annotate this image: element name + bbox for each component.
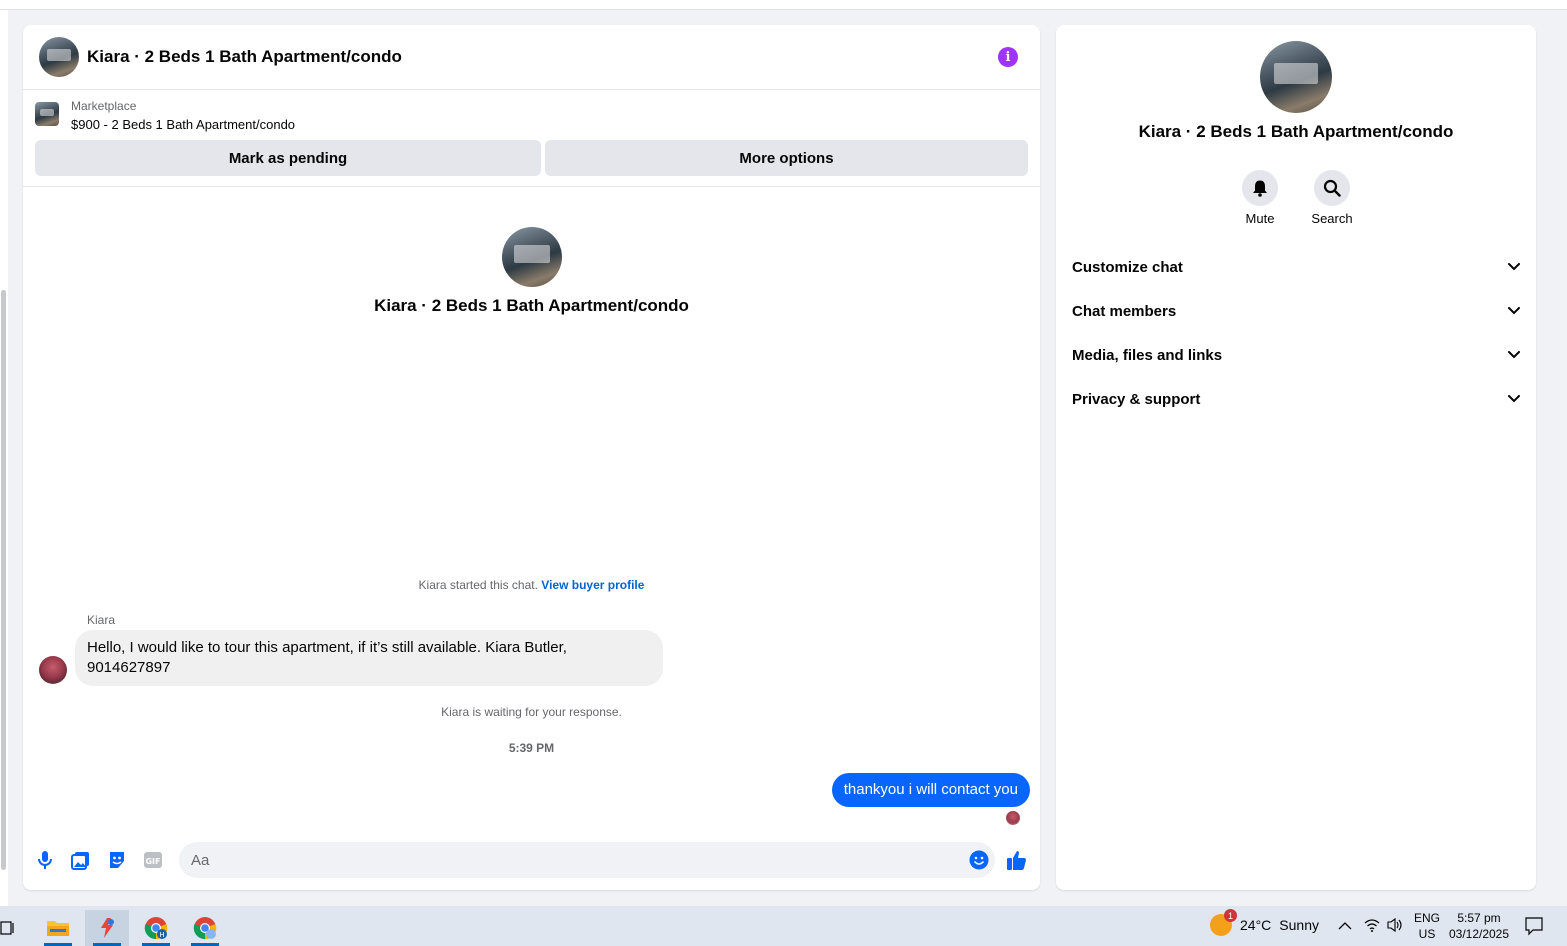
sticker-icon[interactable] (106, 849, 128, 871)
left-scrollbar[interactable] (0, 10, 8, 906)
details-name: Kiara · 2 Beds 1 Bath Apartment/condo (1138, 122, 1454, 141)
svg-text:GIF: GIF (145, 857, 160, 866)
details-actions: Mute Search (1056, 170, 1536, 226)
section-label: Media, files and links (1072, 346, 1223, 364)
windows-taskbar: H 1 24°C Sunny ENG US 5:57 pm 03/12/2025 (0, 906, 1567, 946)
weather-widget[interactable]: 1 24°C Sunny (1210, 909, 1319, 936)
section-chat-members[interactable]: Chat members (1056, 289, 1536, 333)
weather-desc: Sunny (1279, 917, 1319, 933)
notification-icon[interactable] (1524, 916, 1544, 941)
intro-avatar[interactable] (501, 227, 562, 287)
chat-avatar[interactable] (39, 37, 79, 77)
details-sections: Customize chat Chat members Media, files… (1056, 245, 1536, 421)
chat-started-text: Kiara started this chat. (418, 578, 538, 592)
lang-region: US (1418, 927, 1436, 941)
outgoing-message[interactable]: thankyou i will contact you (831, 773, 1030, 807)
speaker-icon[interactable] (1386, 917, 1404, 938)
chevron-up-icon[interactable] (1338, 918, 1352, 936)
photo-icon[interactable] (70, 849, 92, 871)
gif-icon[interactable]: GIF (142, 849, 164, 871)
chat-intro: Kiara · 2 Beds 1 Bath Apartment/condo (23, 227, 1040, 316)
chat-details-panel: Kiara · 2 Beds 1 Bath Apartment/condo Mu… (1056, 25, 1536, 890)
system-clock[interactable]: 5:57 pm 03/12/2025 (1448, 910, 1510, 942)
mute-label: Mute (1245, 211, 1275, 226)
app-icon-pinned[interactable] (85, 910, 129, 946)
search-label: Search (1311, 211, 1353, 226)
chat-header: Kiara · 2 Beds 1 Bath Apartment/condo i (23, 25, 1040, 90)
marketplace-listing[interactable]: Marketplace $900 - 2 Beds 1 Bath Apartme… (35, 98, 1028, 134)
message-composer: GIF (23, 840, 1040, 880)
chat-started-notice: Kiara started this chat. View buyer prof… (23, 578, 1040, 592)
like-thumb-icon[interactable] (1006, 849, 1028, 871)
language-indicator[interactable]: ENG US (1414, 910, 1440, 942)
chevron-down-icon (1508, 395, 1520, 403)
chevron-down-icon (1508, 307, 1520, 315)
weather-temp: 24°C (1240, 917, 1272, 933)
wifi-icon[interactable] (1364, 917, 1380, 938)
clock-time: 5:57 pm (1457, 911, 1501, 925)
message-list: Kiara · 2 Beds 1 Bath Apartment/condo Ki… (23, 188, 1040, 833)
seen-indicator-avatar (1006, 811, 1020, 825)
file-explorer-icon[interactable] (36, 910, 80, 946)
incoming-message[interactable]: Hello, I would like to tour this apartme… (75, 630, 663, 686)
section-label: Customize chat (1072, 258, 1183, 276)
listing-thumbnail[interactable] (35, 102, 59, 126)
marketplace-label: Marketplace (71, 99, 137, 113)
more-options-button[interactable]: More options (545, 140, 1028, 176)
message-input-wrapper (179, 842, 995, 878)
scrollbar-thumb[interactable] (1, 290, 6, 870)
sun-icon: 1 (1210, 909, 1237, 936)
details-profile: Kiara · 2 Beds 1 Bath Apartment/condo (1056, 41, 1536, 142)
right-scrollbar[interactable] (1555, 10, 1567, 906)
weather-badge: 1 (1224, 909, 1237, 922)
waiting-notice: Kiara is waiting for your response. (441, 705, 622, 719)
section-privacy-support[interactable]: Privacy & support (1056, 377, 1536, 421)
clock-date: 03/12/2025 (1448, 927, 1510, 941)
chrome-profile-icon[interactable] (183, 910, 227, 946)
task-view-icon[interactable] (0, 910, 30, 946)
sender-avatar[interactable] (39, 656, 67, 684)
section-media-files-links[interactable]: Media, files and links (1056, 333, 1536, 377)
section-label: Privacy & support (1072, 390, 1201, 408)
mark-as-pending-button[interactable]: Mark as pending (35, 140, 541, 176)
view-buyer-profile-link[interactable]: View buyer profile (541, 578, 644, 592)
listing-title[interactable]: $900 - 2 Beds 1 Bath Apartment/condo (71, 115, 295, 134)
chevron-down-icon (1508, 351, 1520, 359)
marketplace-bar: Marketplace $900 - 2 Beds 1 Bath Apartme… (23, 90, 1040, 187)
chrome-icon[interactable]: H (134, 910, 178, 946)
lang-primary: ENG (1414, 911, 1441, 925)
section-label: Chat members (1072, 302, 1177, 320)
message-timestamp: 5:39 PM (508, 741, 555, 755)
chevron-down-icon (1508, 263, 1520, 271)
microphone-icon[interactable] (34, 849, 56, 871)
sender-name: Kiara (87, 613, 116, 627)
message-input[interactable] (191, 851, 951, 869)
emoji-icon[interactable] (969, 850, 989, 870)
mute-button[interactable]: Mute (1242, 170, 1278, 226)
section-customize-chat[interactable]: Customize chat (1056, 245, 1536, 289)
chat-panel: Kiara · 2 Beds 1 Bath Apartment/condo i … (23, 25, 1040, 890)
details-avatar[interactable] (1260, 41, 1332, 113)
search-icon[interactable] (1314, 170, 1350, 206)
svg-text:H: H (159, 931, 164, 939)
chat-title[interactable]: Kiara · 2 Beds 1 Bath Apartment/condo (87, 47, 402, 67)
bell-icon[interactable] (1242, 170, 1278, 206)
search-button[interactable]: Search (1311, 170, 1353, 226)
intro-name: Kiara · 2 Beds 1 Bath Apartment/condo (374, 296, 689, 315)
browser-top-strip (0, 0, 1567, 10)
info-icon[interactable]: i (998, 47, 1018, 67)
